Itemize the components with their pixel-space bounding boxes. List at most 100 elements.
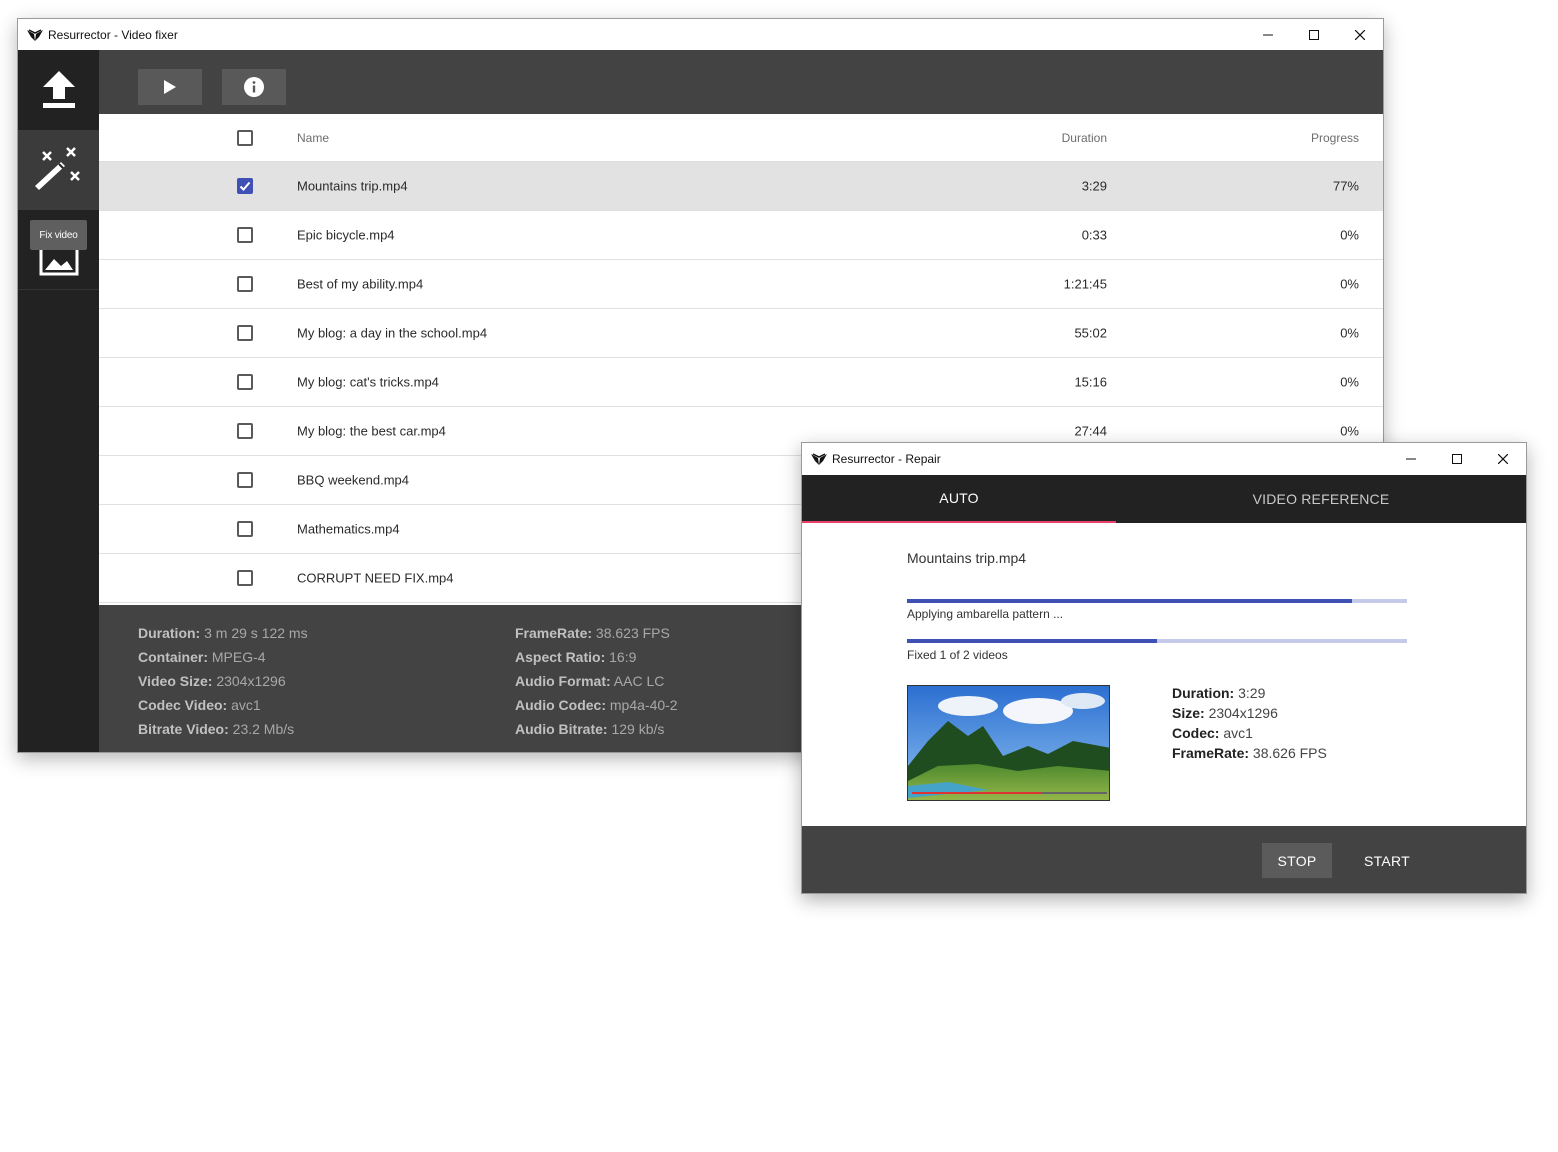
detail-label: Audio Bitrate: — [515, 721, 608, 737]
header-progress[interactable]: Progress — [1311, 131, 1359, 145]
repair-window: Resurrector - Repair AUTO VIDEO REFERENC… — [801, 442, 1527, 894]
meta-value: 3:29 — [1238, 685, 1266, 701]
detail-line: Codec Video: avc1 — [138, 693, 308, 717]
row-name: BBQ weekend.mp4 — [297, 472, 410, 488]
repair-file-name: Mountains trip.mp4 — [907, 550, 1027, 566]
step-progress-fill — [907, 599, 1352, 603]
row-checkbox[interactable] — [237, 521, 253, 537]
meta-label: Duration: — [1172, 685, 1235, 701]
detail-value: 3 m 29 s 122 ms — [204, 625, 308, 641]
detail-label: Audio Codec: — [515, 697, 606, 713]
start-button[interactable]: START — [1352, 843, 1422, 878]
row-checkbox[interactable] — [237, 178, 253, 194]
row-duration: 1:21:45 — [1063, 276, 1107, 292]
detail-line: Audio Codec: mp4a-40-2 — [515, 693, 678, 717]
detail-value: 38.623 FPS — [595, 625, 670, 641]
app-logo-icon — [811, 453, 827, 465]
row-checkbox[interactable] — [237, 472, 253, 488]
detail-label: FrameRate: — [515, 625, 593, 641]
detail-label: Duration: — [138, 625, 201, 641]
row-name: Best of my ability.mp4 — [297, 276, 424, 292]
total-progress-label: Fixed 1 of 2 videos — [907, 648, 1008, 662]
row-name: Mountains trip.mp4 — [297, 178, 408, 194]
row-checkbox[interactable] — [237, 325, 253, 341]
maximize-button[interactable] — [1291, 19, 1337, 50]
meta-label: Size: — [1172, 705, 1205, 721]
info-icon — [244, 77, 264, 97]
magic-wand-icon — [34, 147, 80, 190]
meta-line: FrameRate: 38.626 FPS — [1172, 743, 1327, 763]
row-duration: 27:44 — [1074, 423, 1107, 439]
row-name: My blog: cat's tricks.mp4 — [297, 374, 439, 390]
table-row[interactable]: Epic bicycle.mp4 0:33 0% — [99, 211, 1383, 260]
minimize-button[interactable] — [1245, 19, 1291, 50]
upload-button[interactable] — [18, 50, 99, 130]
row-name: Mathematics.mp4 — [297, 521, 400, 537]
detail-line: Container: MPEG-4 — [138, 645, 308, 669]
detail-label: Bitrate Video: — [138, 721, 229, 737]
row-progress: 0% — [1340, 227, 1359, 243]
details-column-2: FrameRate: 38.623 FPS Aspect Ratio: 16:9 A… — [515, 621, 678, 741]
minimize-button[interactable] — [1388, 443, 1434, 475]
tab-video-reference[interactable]: VIDEO REFERENCE — [1116, 475, 1526, 523]
table-row[interactable]: My blog: cat's tricks.mp4 15:16 0% — [99, 358, 1383, 407]
row-progress: 0% — [1340, 325, 1359, 341]
row-duration: 0:33 — [1081, 227, 1107, 243]
row-checkbox[interactable] — [237, 276, 253, 292]
total-progress-fill — [907, 639, 1157, 643]
header-name[interactable]: Name — [297, 131, 329, 145]
details-column-1: Duration: 3 m 29 s 122 ms Container: MPEG… — [138, 621, 308, 741]
detail-line: Audio Format: AAC LC — [515, 669, 678, 693]
meta-value: avc1 — [1223, 725, 1253, 741]
select-all-checkbox[interactable] — [237, 129, 253, 146]
row-progress: 0% — [1340, 423, 1359, 439]
row-duration: 15:16 — [1074, 374, 1107, 390]
meta-label: FrameRate: — [1172, 745, 1250, 761]
detail-label: Container: — [138, 649, 208, 665]
row-progress: 0% — [1340, 374, 1359, 390]
row-checkbox[interactable] — [237, 570, 253, 586]
table-row[interactable]: My blog: a day in the school.mp4 55:02 0% — [99, 309, 1383, 358]
tab-auto[interactable]: AUTO — [802, 475, 1116, 523]
row-progress: 77% — [1332, 178, 1359, 194]
close-button[interactable] — [1480, 443, 1526, 475]
total-progress-bar — [907, 639, 1407, 643]
stop-button[interactable]: STOP — [1262, 843, 1332, 878]
step-progress-bar — [907, 599, 1407, 603]
row-checkbox[interactable] — [237, 423, 253, 439]
main-window-title: Resurrector - Video fixer — [48, 27, 178, 42]
detail-line: Duration: 3 m 29 s 122 ms — [138, 621, 308, 645]
play-button[interactable] — [138, 69, 202, 105]
row-name: My blog: a day in the school.mp4 — [297, 325, 488, 341]
table-row[interactable]: Best of my ability.mp4 1:21:45 0% — [99, 260, 1383, 309]
meta-line: Codec: avc1 — [1172, 723, 1327, 743]
main-titlebar: Resurrector - Video fixer — [18, 19, 1383, 50]
meta-label: Codec: — [1172, 725, 1220, 741]
row-checkbox[interactable] — [237, 374, 253, 390]
detail-line: Audio Bitrate: 129 kb/s — [515, 717, 678, 741]
info-button[interactable] — [222, 69, 286, 105]
meta-line: Size: 2304x1296 — [1172, 703, 1327, 723]
maximize-button[interactable] — [1434, 443, 1480, 475]
fix-video-button[interactable] — [18, 130, 99, 210]
detail-line: Aspect Ratio: 16:9 — [515, 645, 678, 669]
detail-value: avc1 — [231, 697, 261, 713]
play-icon — [164, 80, 176, 94]
detail-value: 23.2 Mb/s — [232, 721, 295, 737]
repair-window-title: Resurrector - Repair — [832, 452, 941, 466]
close-button[interactable] — [1337, 19, 1383, 50]
detail-line: Bitrate Video: 23.2 Mb/s — [138, 717, 308, 741]
row-name: Epic bicycle.mp4 — [297, 227, 395, 243]
row-duration: 55:02 — [1074, 325, 1107, 341]
detail-label: Aspect Ratio: — [515, 649, 606, 665]
row-duration: 3:29 — [1081, 178, 1107, 194]
step-progress-label: Applying ambarella pattern ... — [907, 607, 1064, 621]
detail-line: Video Size: 2304x1296 — [138, 669, 308, 693]
row-checkbox[interactable] — [237, 227, 253, 243]
detail-value: 2304x1296 — [216, 673, 286, 689]
app-logo-icon — [27, 28, 43, 41]
table-row[interactable]: Mountains trip.mp4 3:29 77% — [99, 162, 1383, 211]
repair-titlebar: Resurrector - Repair — [802, 443, 1526, 475]
header-duration[interactable]: Duration — [1062, 131, 1107, 145]
detail-value: 129 kb/s — [611, 721, 665, 737]
